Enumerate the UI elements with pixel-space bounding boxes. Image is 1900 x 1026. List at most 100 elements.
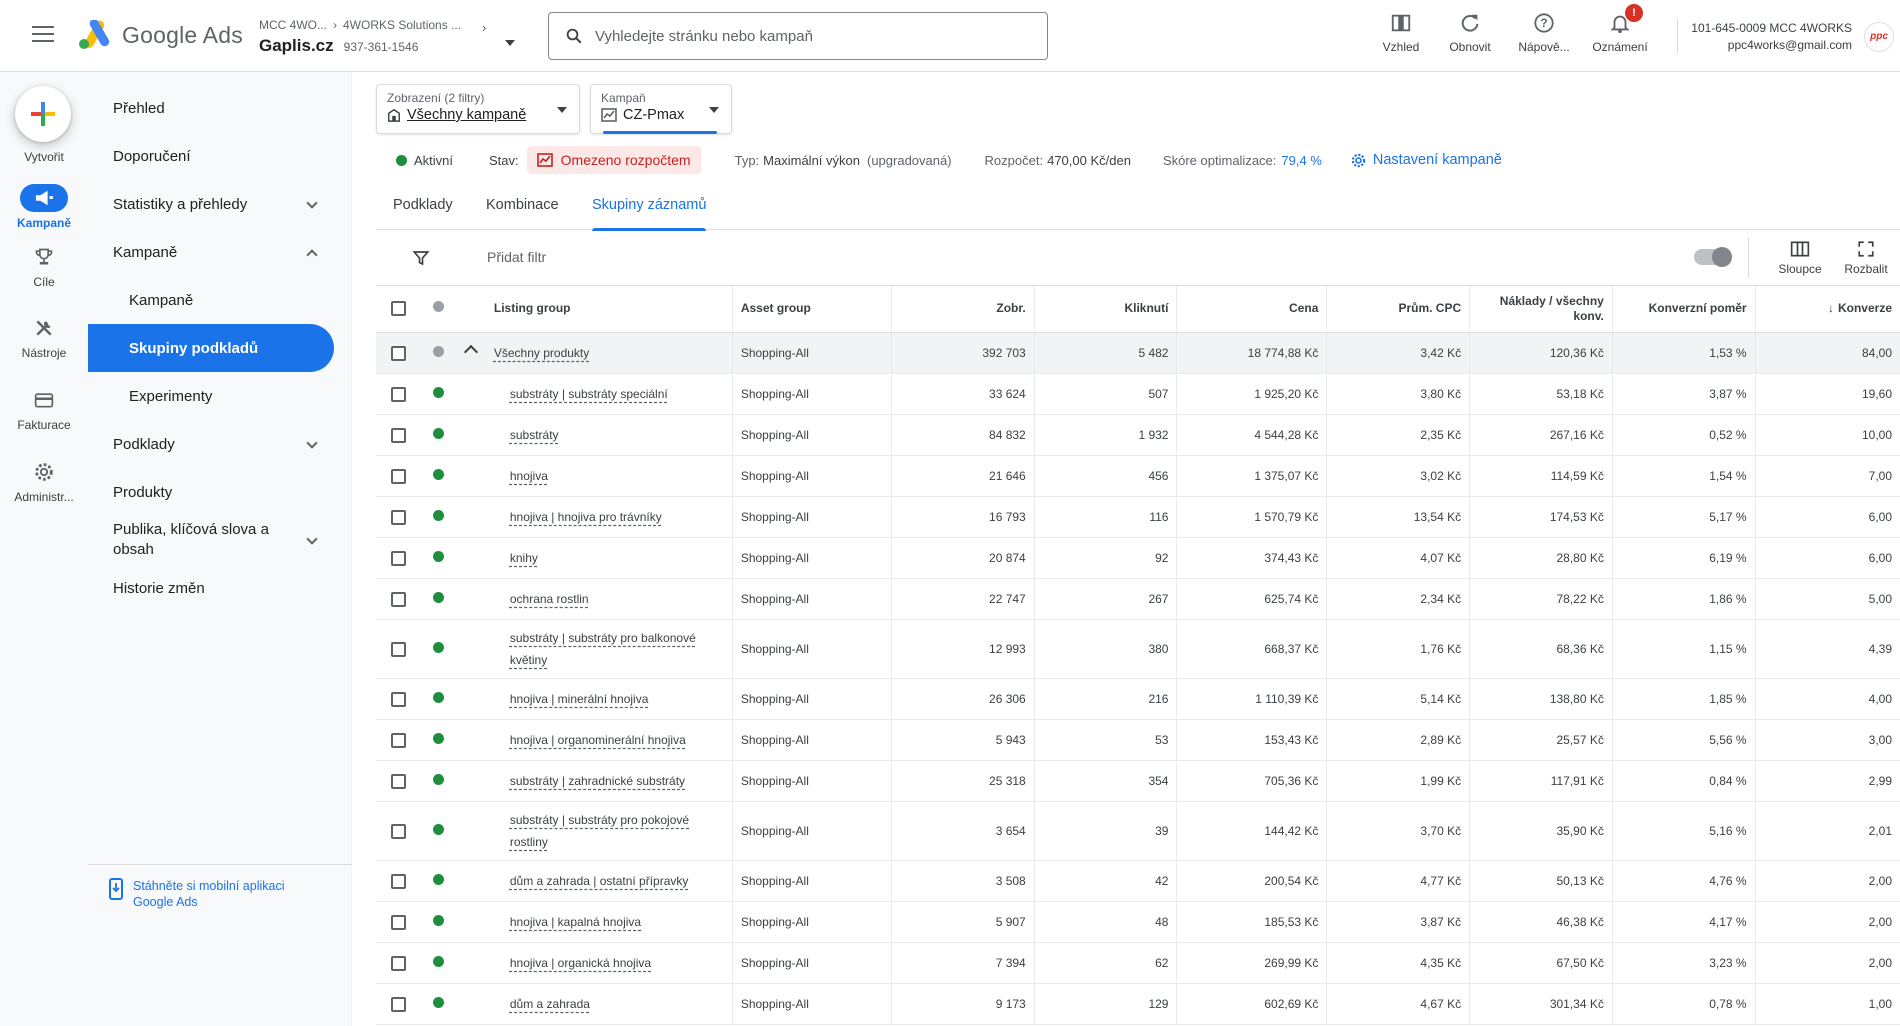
notifications-button[interactable]: ! Oznámení [1585, 4, 1655, 54]
expand-button[interactable]: Rozbalit [1836, 238, 1896, 276]
optimization-score-value[interactable]: 79,4 % [1281, 153, 1321, 168]
row-checkbox[interactable] [391, 914, 407, 930]
table-row[interactable]: substráty | substráty pro balkonové květ… [376, 619, 1900, 679]
menu-icon[interactable] [32, 26, 54, 44]
listing-group-link[interactable]: hnojiva [510, 469, 548, 483]
row-checkbox[interactable] [391, 691, 407, 707]
breadcrumb-manager[interactable]: MCC 4WO... [259, 18, 327, 32]
col-header-cost-per-conv[interactable]: Náklady / všechny konv. [1469, 286, 1613, 333]
search-box[interactable] [548, 12, 1048, 60]
row-checkbox[interactable] [391, 873, 407, 889]
listing-group-link[interactable]: knihy [510, 551, 538, 565]
campaign-dropdown[interactable]: Kampaň CZ-Pmax [590, 84, 732, 134]
campaign-settings-link[interactable]: Nastavení kampaně [1350, 152, 1502, 169]
account-dropdown-icon[interactable] [505, 40, 515, 46]
tab-combinations[interactable]: Kombinace [486, 182, 559, 230]
add-filter-button[interactable]: Přidat filtr [487, 249, 546, 265]
table-row[interactable]: hnojiva | organominerální hnojiva Shoppin… [376, 719, 1900, 761]
rail-item-admin[interactable]: Administr... [0, 458, 88, 504]
nav-item-asset-groups[interactable]: Skupiny podkladů [88, 324, 334, 372]
col-header-impressions[interactable]: Zobr. [891, 286, 1035, 333]
row-checkbox[interactable] [391, 732, 407, 748]
listing-group-link[interactable]: hnojiva | hnojiva pro trávníky [510, 510, 662, 524]
row-checkbox[interactable] [391, 427, 407, 443]
search-input[interactable] [595, 27, 1015, 45]
nav-item-change-history[interactable]: Historie změn [88, 564, 334, 612]
listing-group-link[interactable]: substráty | zahradnické substráty [510, 774, 685, 788]
table-row[interactable]: hnojiva Shopping-All 21 646 456 1 375,07 Kč 3… [376, 455, 1900, 497]
listing-group-link[interactable]: ochrana rostlin [510, 592, 589, 606]
create-button[interactable] [15, 86, 71, 142]
row-checkbox[interactable] [391, 591, 407, 607]
table-row[interactable]: dům a zahrada | ostatní přípravky Shoppin… [376, 860, 1900, 902]
col-header-avg-cpc[interactable]: Prům. CPC [1326, 286, 1471, 333]
listing-group-link[interactable]: Všechny produkty [494, 346, 589, 360]
listing-group-link[interactable]: hnojiva | minerální hnojiva [510, 692, 649, 706]
row-checkbox[interactable] [391, 823, 407, 839]
listing-group-link[interactable]: substráty | substráty speciální [510, 387, 668, 401]
listing-group-link[interactable]: substráty | substráty pro balkonové květ… [510, 631, 696, 667]
col-header-conv-rate[interactable]: Konverzní poměr [1612, 286, 1756, 333]
listing-group-link[interactable]: dům a zahrada [510, 997, 590, 1011]
rail-item-tools[interactable]: Nástroje [0, 314, 88, 360]
tab-assets[interactable]: Podklady [393, 182, 453, 230]
rail-item-billing[interactable]: Fakturace [0, 386, 88, 432]
table-row[interactable]: dům a zahrada Shopping-All 9 173 129 602,69 … [376, 983, 1900, 1025]
row-checkbox[interactable] [391, 345, 407, 361]
refresh-button[interactable]: Obnovit [1435, 10, 1505, 54]
listing-group-link[interactable]: hnojiva | organická hnojiva [510, 956, 651, 970]
row-checkbox[interactable] [391, 641, 407, 657]
table-row[interactable]: substráty | substráty pro pokojové rostl… [376, 801, 1900, 861]
limited-by-budget-badge[interactable]: Omezeno rozpočtem [526, 146, 701, 174]
listing-group-link[interactable]: dům a zahrada | ostatní přípravky [510, 874, 689, 888]
nav-item-experiments[interactable]: Experimenty [88, 372, 334, 420]
table-total-row[interactable]: Všechny produkty Shopping-All 392 703 5 482… [376, 332, 1900, 374]
table-row[interactable]: substráty | substráty speciální Shopping-… [376, 373, 1900, 415]
col-header-clicks[interactable]: Kliknutí [1034, 286, 1178, 333]
table-row[interactable]: hnojiva | hnojiva pro trávníky Shopping-A… [376, 496, 1900, 538]
row-checkbox[interactable] [391, 509, 407, 525]
appearance-button[interactable]: Vzhled [1366, 10, 1436, 54]
collapse-chevron-icon[interactable] [464, 344, 479, 360]
view-filter-dropdown[interactable]: Zobrazení (2 filtry) Všechny kampaně [376, 84, 580, 134]
filter-icon[interactable] [412, 249, 430, 267]
listing-group-link[interactable]: substráty [510, 428, 559, 442]
segment-toggle[interactable] [1694, 247, 1732, 267]
table-row[interactable]: knihy Shopping-All 20 874 92 374,43 Kč 4,07 K… [376, 537, 1900, 579]
rail-item-campaigns[interactable]: Kampaně [0, 184, 88, 230]
row-checkbox[interactable] [391, 773, 407, 789]
nav-item-campaigns-group[interactable]: Kampaně [88, 228, 334, 276]
table-row[interactable]: hnojiva | minerální hnojiva Shopping-All 2… [376, 678, 1900, 720]
row-checkbox[interactable] [391, 468, 407, 484]
listing-group-link[interactable]: substráty | substráty pro pokojové rostl… [510, 813, 689, 849]
breadcrumb-client[interactable]: 4WORKS Solutions ... [343, 18, 461, 32]
row-checkbox[interactable] [391, 955, 407, 971]
select-all-checkbox[interactable] [391, 301, 407, 317]
col-header-listing-group[interactable]: Listing group [485, 286, 733, 333]
budget-value[interactable]: 470,00 Kč/den [1047, 153, 1131, 168]
col-header-conversions[interactable]: ↓ Konverze [1755, 286, 1900, 333]
listing-group-link[interactable]: hnojiva | kapalná hnojiva [510, 915, 641, 929]
nav-item-campaigns[interactable]: Kampaně [88, 276, 334, 324]
nav-item-insights[interactable]: Statistiky a přehledy [88, 180, 334, 228]
account-switcher[interactable]: MCC 4WO... › 4WORKS Solutions ... Gaplis… [259, 18, 461, 56]
col-header-cost[interactable]: Cena [1176, 286, 1328, 333]
row-checkbox[interactable] [391, 386, 407, 402]
nav-item-products[interactable]: Produkty [88, 468, 334, 516]
user-account-info[interactable]: 101-645-0009 MCC 4WORKS ppc4works@gmail.… [1691, 20, 1852, 54]
col-header-asset-group[interactable]: Asset group [732, 286, 893, 333]
table-row[interactable]: substráty | zahradnické substráty Shoppin… [376, 760, 1900, 802]
table-row[interactable]: ochrana rostlin Shopping-All 22 747 267 625,… [376, 578, 1900, 620]
listing-group-link[interactable]: hnojiva | organominerální hnojiva [510, 733, 686, 747]
nav-item-overview[interactable]: Přehled [88, 84, 334, 132]
google-ads-logo[interactable]: Google Ads [78, 20, 243, 50]
row-checkbox[interactable] [391, 996, 407, 1012]
table-row[interactable]: hnojiva | kapalná hnojiva Shopping-All 5 9… [376, 901, 1900, 943]
nav-item-assets[interactable]: Podklady [88, 420, 334, 468]
help-button[interactable]: ? Nápově... [1509, 10, 1579, 54]
nav-item-audiences[interactable]: Publika, klíčová slova a obsah [88, 512, 334, 568]
columns-button[interactable]: Sloupce [1770, 238, 1830, 276]
tab-listing-groups[interactable]: Skupiny záznamů [592, 182, 707, 231]
table-row[interactable]: substráty Shopping-All 84 832 1 932 4 544,28… [376, 414, 1900, 456]
nav-item-recommendations[interactable]: Doporučení [88, 132, 334, 180]
